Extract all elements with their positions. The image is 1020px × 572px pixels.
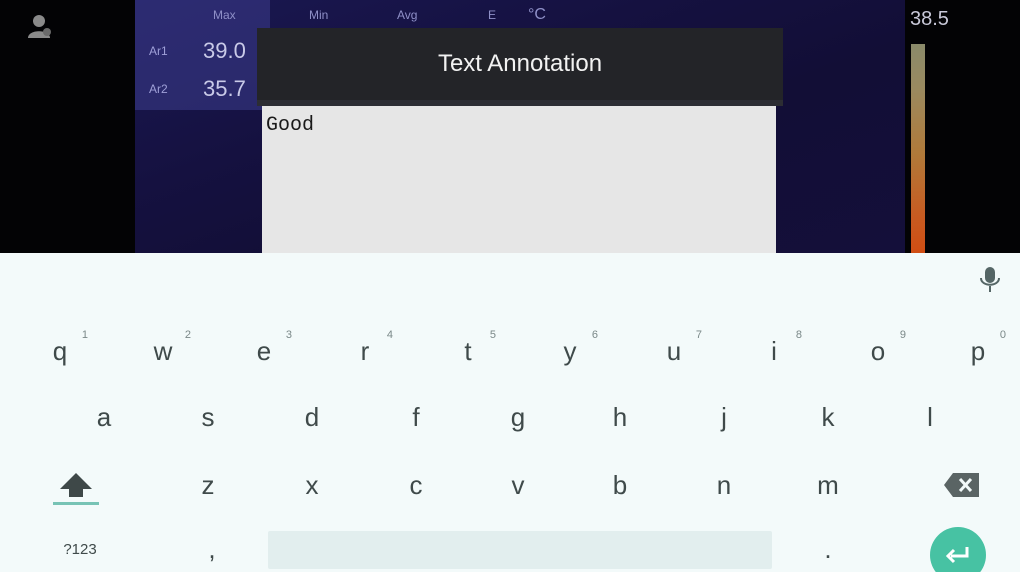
backspace-key[interactable] — [922, 455, 1002, 515]
key-f[interactable]: f — [376, 387, 456, 447]
key-label: i — [771, 335, 777, 366]
key-label: j — [721, 401, 727, 432]
key-g[interactable]: g — [478, 387, 558, 447]
shift-indicator — [53, 502, 99, 505]
key-label: . — [824, 533, 832, 564]
key-x[interactable]: x — [272, 455, 352, 515]
key-m[interactable]: m — [788, 455, 868, 515]
key-a[interactable]: a — [64, 387, 144, 447]
key-label: t — [464, 335, 472, 366]
key-hint: 0 — [999, 329, 1006, 341]
dialog-title: Text Annotation — [437, 50, 603, 77]
key-n[interactable]: n — [684, 455, 764, 515]
key-label: x — [305, 469, 319, 500]
enter-key[interactable] — [930, 527, 986, 572]
key-label: b — [612, 469, 628, 500]
key-label: h — [612, 401, 628, 432]
enter-icon — [945, 547, 969, 564]
key-label: a — [96, 401, 112, 432]
area-label: Ar2 — [149, 82, 168, 96]
key-z[interactable]: z — [168, 455, 248, 515]
key-label: ?123 — [63, 540, 97, 558]
key-label: u — [666, 335, 682, 366]
key-t[interactable]: t5 — [428, 321, 508, 381]
shift-arrow-icon — [60, 473, 92, 497]
key-h[interactable]: h — [580, 387, 660, 447]
key-o[interactable]: o9 — [838, 321, 918, 381]
key-y[interactable]: y6 — [530, 321, 610, 381]
key-c[interactable]: c — [376, 455, 456, 515]
key-hint: 4 — [386, 329, 393, 341]
key-u[interactable]: u7 — [634, 321, 714, 381]
key-label: n — [716, 469, 732, 500]
symbols-key[interactable]: ?123 — [40, 519, 120, 572]
user-icon[interactable] — [26, 12, 54, 40]
key-l[interactable]: l — [890, 387, 970, 447]
key-r[interactable]: r4 — [325, 321, 405, 381]
key-hint: 8 — [795, 329, 802, 341]
key-v[interactable]: v — [478, 455, 558, 515]
temperature-color-bar — [911, 44, 925, 262]
key-label: r — [360, 335, 370, 366]
key-d[interactable]: d — [272, 387, 352, 447]
column-header: Avg — [397, 8, 418, 22]
key-label: w — [153, 335, 173, 366]
key-label: c — [409, 469, 423, 500]
key-label: o — [870, 335, 886, 366]
key-label: g — [510, 401, 526, 432]
key-j[interactable]: j — [684, 387, 764, 447]
key-label: y — [563, 335, 577, 366]
key-w[interactable]: w2 — [123, 321, 203, 381]
measurement-table: Max Min Avg E °C Ar1 39.0 Ar2 35.7 — [135, 0, 546, 110]
key-label: d — [304, 401, 320, 432]
annotation-text-field[interactable] — [262, 106, 776, 266]
shift-key[interactable] — [36, 455, 116, 515]
on-screen-keyboard: q1 w2 e3 r4 t5 y6 u7 i8 o9 p0 a s d f g … — [0, 253, 1020, 572]
key-label: v — [511, 469, 525, 500]
key-p[interactable]: p0 — [938, 321, 1018, 381]
area-label: Ar1 — [149, 44, 168, 58]
suggestion-bar — [0, 253, 1020, 305]
backspace-icon — [944, 473, 979, 497]
key-q[interactable]: q1 — [20, 321, 100, 381]
left-panel — [0, 0, 135, 262]
key-hint: 2 — [184, 329, 191, 341]
key-s[interactable]: s — [168, 387, 248, 447]
unit-label: °C — [528, 6, 546, 23]
key-label: m — [817, 469, 839, 500]
key-label: , — [208, 533, 216, 564]
key-period[interactable]: . — [788, 519, 868, 572]
key-hint: 5 — [489, 329, 496, 341]
key-k[interactable]: k — [788, 387, 868, 447]
key-hint: 1 — [81, 329, 88, 341]
key-label: q — [52, 335, 68, 366]
key-hint: 7 — [695, 329, 702, 341]
microphone-icon[interactable] — [978, 265, 1002, 295]
column-header: E — [488, 8, 497, 22]
space-key[interactable] — [268, 531, 772, 569]
area-max-value: 39.0 — [203, 38, 246, 63]
key-label: k — [821, 401, 835, 432]
key-hint: 9 — [899, 329, 906, 341]
scale-max-label: 38.5 — [910, 8, 949, 30]
key-hint: 3 — [285, 329, 292, 341]
area-max-value: 35.7 — [203, 76, 246, 101]
column-header: Max — [213, 8, 236, 22]
key-label: e — [256, 335, 272, 366]
key-label: l — [927, 401, 933, 432]
column-header: Min — [309, 8, 329, 22]
key-label: f — [412, 401, 420, 432]
key-e[interactable]: e3 — [224, 321, 304, 381]
key-comma[interactable]: , — [172, 519, 252, 572]
key-i[interactable]: i8 — [734, 321, 814, 381]
key-label: s — [201, 401, 215, 432]
dialog-header: Text Annotation — [257, 28, 783, 100]
key-label: z — [201, 469, 215, 500]
key-hint: 6 — [591, 329, 598, 341]
key-label: p — [970, 335, 986, 366]
key-b[interactable]: b — [580, 455, 660, 515]
